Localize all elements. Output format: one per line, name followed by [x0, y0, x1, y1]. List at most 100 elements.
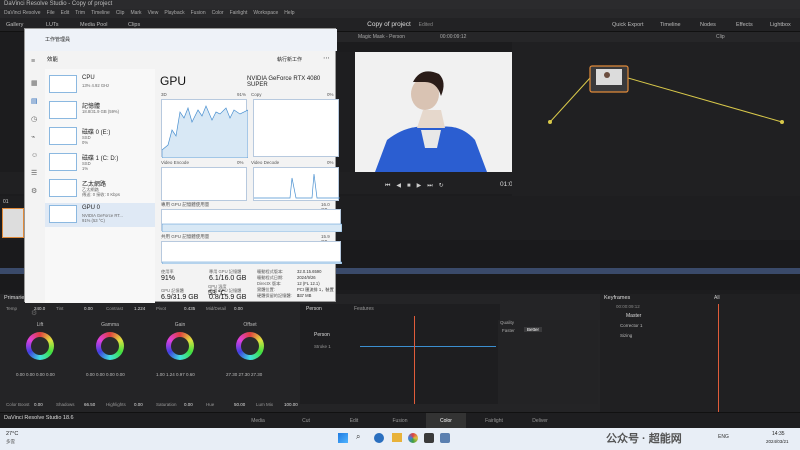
menu-item-2[interactable]: Edit — [61, 10, 70, 16]
menu-item-1[interactable]: File — [47, 10, 55, 16]
services-icon[interactable]: ⚙ — [31, 187, 37, 196]
menu-item-4[interactable]: Timeline — [91, 10, 110, 16]
mask-tab-features[interactable]: Features — [354, 306, 374, 312]
gamma-values: 0.00 0.00 0.00 0.00 — [86, 372, 125, 377]
menu-item-0[interactable]: DaVinci Resolve — [4, 10, 41, 16]
tab-fairlight[interactable]: Fairlight — [474, 413, 514, 429]
param-label: Contrast — [106, 306, 124, 311]
clip-thumbnail[interactable] — [2, 208, 24, 238]
resource-detail: SSD 0% — [82, 135, 91, 145]
menu-item-12[interactable]: Workspace — [253, 10, 278, 16]
clip-dropdown[interactable]: Clip — [716, 32, 725, 42]
keyframes-master: Master — [626, 313, 642, 319]
clock-time[interactable]: 14:35 — [772, 431, 785, 437]
video-viewer[interactable] — [355, 52, 512, 172]
param-label: Mid/Detail — [206, 306, 227, 311]
processes-icon[interactable]: ▦ — [31, 79, 38, 88]
startup-icon[interactable]: ⌁ — [31, 133, 35, 142]
resource-item-5[interactable]: GPU 0 NVIDIA GeForce RT... 91% (53 °C) — [45, 203, 155, 227]
menu-icon[interactable]: ≡ — [31, 57, 35, 66]
input-language[interactable]: ENG — [718, 434, 729, 440]
param-label: Tint — [56, 306, 64, 311]
resource-item-0[interactable]: CPU 13% 4.92 GHz — [45, 73, 155, 97]
viewer-mode[interactable]: Magic Mask - Person — [358, 32, 405, 42]
edge-icon[interactable] — [374, 433, 384, 443]
param-label: Lum Mix — [256, 402, 274, 407]
weather-desc[interactable]: 多雲 — [6, 439, 15, 445]
transport-controls[interactable]: ⏮◀■▶⏭↻ — [385, 182, 450, 190]
mask-tab-person[interactable]: Person — [306, 306, 322, 312]
gain-wheel[interactable] — [166, 332, 194, 360]
param-label: Highlights — [106, 402, 126, 407]
param-label: Temp — [6, 306, 18, 311]
performance-icon[interactable]: ▤ — [31, 97, 38, 106]
details-icon[interactable]: ☰ — [31, 169, 37, 178]
tab-deliver[interactable]: Deliver — [520, 413, 560, 429]
graph-decode-label: Video Decode — [251, 160, 280, 165]
quality-title: Quality — [500, 320, 515, 325]
menu-item-8[interactable]: Playback — [164, 10, 184, 16]
clock-date[interactable]: 2024/03/21 — [766, 439, 789, 444]
watermark: 公众号 · 超能网 — [606, 433, 682, 445]
resource-item-1[interactable]: 記憶體 18.8/31.9 GB (59%) — [45, 99, 155, 123]
param-value[interactable]: 0.00 — [134, 402, 143, 407]
menu-item-13[interactable]: Help — [284, 10, 294, 16]
tab-cut[interactable]: Cut — [286, 413, 326, 429]
tab-edit[interactable]: Edit — [334, 413, 374, 429]
param-value[interactable]: 1.224 — [134, 306, 145, 311]
windows-start-icon[interactable] — [338, 433, 348, 443]
file-explorer-icon[interactable] — [392, 433, 402, 442]
resource-list: CPU 13% 4.92 GHz 記憶體 18.8/31.9 GB (59%) 磁碟 0… — [45, 69, 155, 303]
param-value[interactable]: 66.50 — [84, 402, 95, 407]
toolbar-quick-export[interactable]: Quick Export — [612, 18, 643, 32]
run-new-task-button[interactable]: 執行新工作 — [277, 56, 302, 63]
menu-item-9[interactable]: Fusion — [191, 10, 206, 16]
settings-icon[interactable]: ⚙ — [31, 309, 37, 318]
graph-encode-pct: 0% — [237, 160, 244, 165]
resource-item-2[interactable]: 磁碟 0 (E:) SSD 0% — [45, 125, 155, 149]
search-icon[interactable]: ⌕ — [356, 432, 360, 442]
quality-better[interactable]: Better — [524, 327, 543, 332]
tab-media[interactable]: Media — [238, 413, 278, 429]
weather-temp[interactable]: 27°C — [6, 431, 18, 437]
menu-item-7[interactable]: View — [148, 10, 159, 16]
toolbar-nodes[interactable]: Nodes — [700, 18, 716, 32]
mask-stroke[interactable]: Stroke 1 — [314, 344, 331, 349]
menu-item-5[interactable]: Clip — [116, 10, 125, 16]
param-value[interactable]: 50.00 — [234, 402, 245, 407]
keyframes-filter[interactable]: All — [714, 295, 720, 301]
tab-fusion[interactable]: Fusion — [380, 413, 420, 429]
tab-color[interactable]: Color — [426, 413, 466, 429]
param-value[interactable]: 0.00 — [184, 402, 193, 407]
resource-graph-thumb — [49, 153, 77, 171]
menu-item-10[interactable]: Color — [212, 10, 224, 16]
menu-item-6[interactable]: Mark — [130, 10, 141, 16]
more-options-icon[interactable]: ⋯ — [323, 54, 330, 62]
chrome-icon[interactable] — [408, 433, 418, 443]
param-value[interactable]: 100.00 — [284, 402, 298, 407]
param-value[interactable]: 0.00 — [84, 306, 93, 311]
offset-wheel[interactable] — [236, 332, 264, 360]
param-value[interactable]: 0.435 — [184, 306, 195, 311]
toolbar-effects[interactable]: Effects — [736, 18, 753, 32]
gain-label: Gain — [174, 322, 186, 328]
quality-faster[interactable]: Faster — [502, 328, 515, 333]
users-icon[interactable]: ☺ — [31, 151, 38, 160]
menu-item-11[interactable]: Fairlight — [230, 10, 248, 16]
keyframes-row-sizing[interactable]: Sizing — [620, 333, 632, 338]
task-manager-taskbar-icon[interactable] — [440, 433, 450, 443]
menu-item-3[interactable]: Trim — [75, 10, 85, 16]
gamma-wheel[interactable] — [96, 332, 124, 360]
toolbar-lightbox[interactable]: Lightbox — [770, 18, 791, 32]
param-value[interactable]: 0.00 — [234, 306, 243, 311]
resource-item-4[interactable]: 乙太網路 乙太網路 傳送: 0 接收: 0 Kbps — [45, 177, 155, 201]
keyframes-row-corrector[interactable]: Corrector 1 — [620, 323, 643, 328]
lift-wheel[interactable] — [26, 332, 54, 360]
history-icon[interactable]: ◷ — [31, 115, 37, 124]
resource-name: GPU 0 — [82, 205, 101, 211]
resource-item-3[interactable]: 磁碟 1 (C: D:) SSD 1% — [45, 151, 155, 175]
param-value[interactable]: 0.00 — [34, 402, 43, 407]
window-title: DaVinci Resolve Studio - Copy of project — [4, 1, 113, 7]
toolbar-timeline[interactable]: Timeline — [660, 18, 681, 32]
resolve-taskbar-icon[interactable] — [424, 433, 434, 443]
